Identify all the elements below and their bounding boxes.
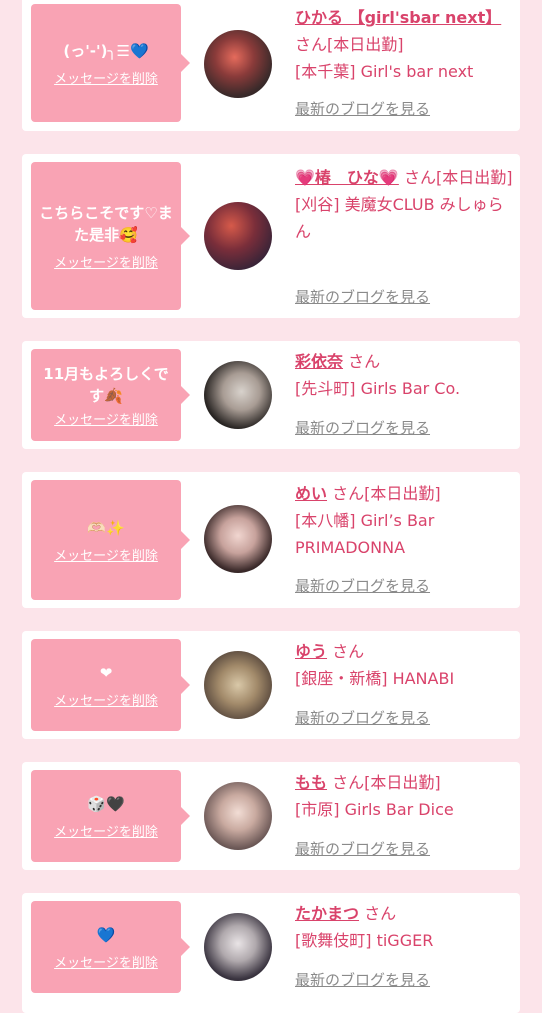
status-text: [本日出勤] bbox=[435, 168, 513, 187]
shop-text: [本千葉] Girl's bar next bbox=[295, 62, 474, 81]
message-card: (っ'-')╮☰💙 メッセージを削除 ひかる 【girl'sbar next】 … bbox=[22, 0, 520, 131]
user-name-link[interactable]: めい bbox=[295, 484, 327, 503]
honorific: さん bbox=[295, 35, 328, 54]
delete-message-link[interactable]: メッセージを削除 bbox=[54, 545, 158, 564]
user-name-link[interactable]: 彩依奈 bbox=[295, 352, 343, 371]
user-name-link[interactable]: ひかる 【girl'sbar next】 bbox=[295, 8, 501, 27]
message-bubble: こちらこそです♡また是非🥰 メッセージを削除 bbox=[31, 162, 190, 310]
message-text: 🫶🏻✨ bbox=[87, 518, 125, 537]
message-bubble: ❤ メッセージを削除 bbox=[31, 639, 190, 731]
delete-message-link[interactable]: メッセージを削除 bbox=[54, 68, 158, 87]
avatar[interactable] bbox=[204, 505, 272, 573]
avatar[interactable] bbox=[204, 30, 272, 98]
message-text: 🎲🖤 bbox=[87, 794, 125, 813]
latest-blog-link[interactable]: 最新のブログを見る bbox=[295, 838, 430, 859]
message-bubble: 💙 メッセージを削除 bbox=[31, 901, 190, 993]
user-name-link[interactable]: 💗椿 ひな💗 bbox=[295, 168, 399, 187]
status-text: [本日出勤] bbox=[364, 484, 441, 503]
latest-blog-link[interactable]: 最新のブログを見る bbox=[295, 98, 430, 119]
delete-message-link[interactable]: メッセージを削除 bbox=[54, 821, 158, 840]
honorific: さん bbox=[332, 484, 365, 503]
shop-text: [刈谷] 美魔女CLUB みしゅらん bbox=[295, 195, 504, 241]
message-card: 🎲🖤 メッセージを削除 もも さん[本日出勤] [市原] Girls Bar D… bbox=[22, 762, 520, 870]
message-card: こちらこそです♡また是非🥰 メッセージを削除 💗椿 ひな💗 さん[本日出勤] [… bbox=[22, 154, 520, 318]
delete-message-link[interactable]: メッセージを削除 bbox=[54, 409, 158, 428]
message-text: 💙 bbox=[96, 925, 116, 944]
user-name-link[interactable]: たかまつ bbox=[295, 904, 359, 923]
message-bubble: 🫶🏻✨ メッセージを削除 bbox=[31, 480, 190, 600]
honorific: さん bbox=[332, 642, 365, 661]
message-bubble: 11月もよろしくです🍂 メッセージを削除 bbox=[31, 349, 190, 441]
latest-blog-link[interactable]: 最新のブログを見る bbox=[295, 286, 430, 307]
message-text: 11月もよろしくです🍂 bbox=[43, 364, 169, 405]
profile-info: 彩依奈 さん [先斗町] Girls Bar Co. bbox=[295, 348, 513, 402]
message-card: ❤ メッセージを削除 ゆう さん [銀座・新橋] HANABI 最新のブログを見… bbox=[22, 631, 520, 739]
message-text: (っ'-')╮☰💙 bbox=[63, 41, 149, 60]
shop-text: [市原] Girls Bar Dice bbox=[295, 800, 454, 819]
message-bubble: (っ'-')╮☰💙 メッセージを削除 bbox=[31, 4, 190, 122]
avatar[interactable] bbox=[204, 202, 272, 270]
user-name-link[interactable]: ゆう bbox=[295, 642, 327, 661]
avatar[interactable] bbox=[204, 361, 272, 429]
profile-info: もも さん[本日出勤] [市原] Girls Bar Dice bbox=[295, 769, 513, 823]
message-card: 💙 メッセージを削除 たかまつ さん [歌舞伎町] tiGGER 最新のブログを… bbox=[22, 893, 520, 1013]
shop-text: [歌舞伎町] tiGGER bbox=[295, 931, 434, 950]
profile-info: 💗椿 ひな💗 さん[本日出勤] [刈谷] 美魔女CLUB みしゅらん bbox=[295, 164, 513, 245]
shop-text: [銀座・新橋] HANABI bbox=[295, 669, 455, 688]
profile-info: ひかる 【girl'sbar next】 さん[本日出勤] [本千葉] Girl… bbox=[295, 4, 513, 85]
honorific: さん bbox=[348, 352, 381, 371]
shop-text: [先斗町] Girls Bar Co. bbox=[295, 379, 461, 398]
shop-text: [本八幡] Girl’s Bar PRIMADONNA bbox=[295, 511, 435, 557]
latest-blog-link[interactable]: 最新のブログを見る bbox=[295, 969, 430, 990]
status-text: [本日出勤] bbox=[327, 35, 404, 54]
avatar[interactable] bbox=[204, 651, 272, 719]
honorific: さん bbox=[332, 773, 365, 792]
honorific: さん bbox=[364, 904, 397, 923]
latest-blog-link[interactable]: 最新のブログを見る bbox=[295, 575, 430, 596]
avatar[interactable] bbox=[204, 913, 272, 981]
message-card: 11月もよろしくです🍂 メッセージを削除 彩依奈 さん [先斗町] Girls … bbox=[22, 341, 520, 449]
message-text: こちらこそです♡また是非🥰 bbox=[39, 203, 173, 244]
honorific: さん bbox=[403, 168, 436, 187]
latest-blog-link[interactable]: 最新のブログを見る bbox=[295, 417, 430, 438]
delete-message-link[interactable]: メッセージを削除 bbox=[54, 252, 158, 271]
message-bubble: 🎲🖤 メッセージを削除 bbox=[31, 770, 190, 862]
delete-message-link[interactable]: メッセージを削除 bbox=[54, 690, 158, 709]
delete-message-link[interactable]: メッセージを削除 bbox=[54, 952, 158, 971]
profile-info: たかまつ さん [歌舞伎町] tiGGER bbox=[295, 900, 513, 954]
profile-info: めい さん[本日出勤] [本八幡] Girl’s Bar PRIMADONNA bbox=[295, 480, 513, 561]
user-name-link[interactable]: もも bbox=[295, 773, 327, 792]
message-card: 🫶🏻✨ メッセージを削除 めい さん[本日出勤] [本八幡] Girl’s Ba… bbox=[22, 472, 520, 608]
profile-info: ゆう さん [銀座・新橋] HANABI bbox=[295, 638, 513, 692]
latest-blog-link[interactable]: 最新のブログを見る bbox=[295, 707, 430, 728]
avatar[interactable] bbox=[204, 782, 272, 850]
message-text: ❤ bbox=[99, 663, 113, 682]
status-text: [本日出勤] bbox=[364, 773, 441, 792]
